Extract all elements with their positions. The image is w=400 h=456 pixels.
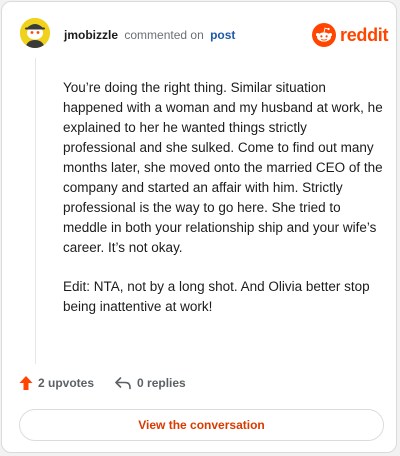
upvote-count[interactable]: 2 upvotes bbox=[19, 375, 94, 391]
upvote-label: 2 upvotes bbox=[38, 376, 95, 390]
thread-line bbox=[35, 58, 36, 364]
reddit-snoo-icon bbox=[312, 23, 336, 47]
snoo-avatar-icon bbox=[20, 18, 50, 48]
reddit-logo[interactable]: reddit bbox=[312, 22, 389, 48]
post-link[interactable]: post bbox=[210, 28, 235, 42]
comment-paragraph: You’re doing the right thing. Similar si… bbox=[63, 80, 383, 255]
comment-card: jmobizzle commented on post reddit You’r… bbox=[1, 1, 397, 453]
upvote-arrow-icon bbox=[19, 376, 33, 390]
comment-header: jmobizzle commented on post bbox=[64, 28, 235, 42]
reddit-wordmark: reddit bbox=[340, 24, 389, 45]
comment-paragraph: Edit: NTA, not by a long shot. And Olivi… bbox=[63, 279, 370, 314]
reply-label: 0 replies bbox=[137, 376, 186, 390]
comment-body: You’re doing the right thing. Similar si… bbox=[63, 78, 383, 336]
view-conversation-button[interactable]: View the conversation bbox=[19, 409, 384, 441]
comment-stats: 2 upvotes 0 replies bbox=[19, 375, 186, 391]
user-avatar[interactable] bbox=[20, 18, 50, 48]
commented-on-text: commented on bbox=[124, 28, 204, 42]
reply-count[interactable]: 0 replies bbox=[114, 376, 186, 390]
reply-arrow-icon bbox=[115, 377, 131, 390]
username[interactable]: jmobizzle bbox=[64, 28, 118, 42]
